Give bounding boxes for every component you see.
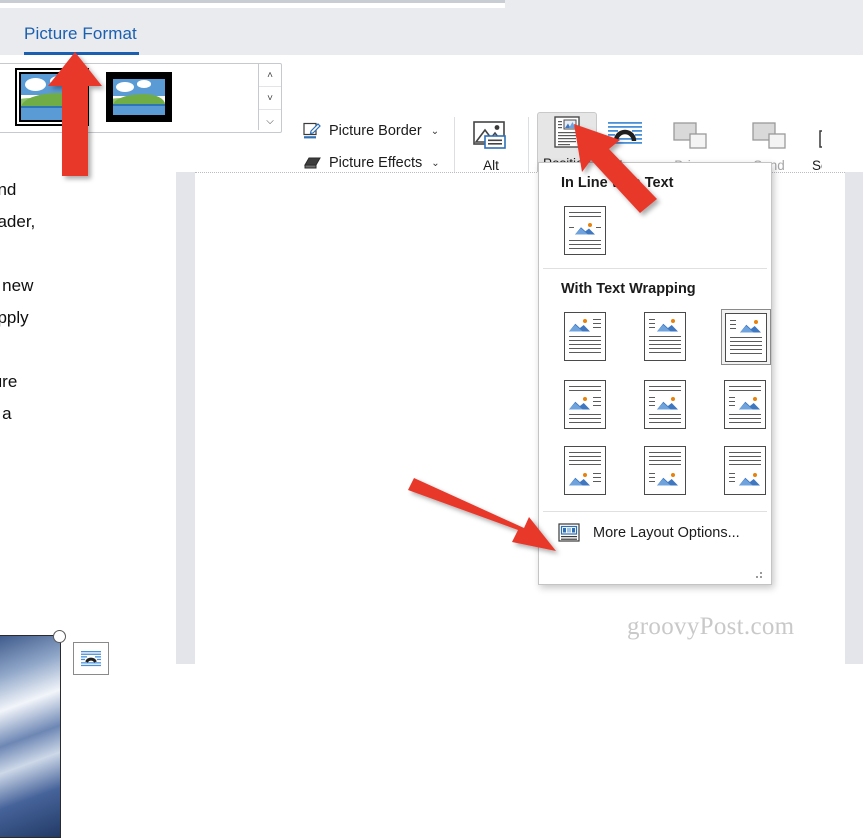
watermark: groovyPost.com (627, 613, 795, 640)
more-layout-options-label: More Layout Options... (593, 525, 740, 541)
position-option-inline-with-text[interactable] (561, 203, 609, 257)
position-option-middle-left-square[interactable] (561, 377, 609, 431)
bring-forward-icon (655, 115, 725, 155)
menu-wrapping-row-3 (539, 443, 771, 497)
position-option-top-center-square[interactable] (641, 309, 689, 363)
document-canvas-gray-left (176, 172, 195, 664)
menu-resize-grip[interactable] (756, 570, 765, 579)
resize-handle-top-right[interactable] (53, 630, 66, 643)
position-icon (538, 113, 596, 153)
picture-border-button[interactable]: Picture Border ⌄ (302, 115, 452, 147)
preview-water (21, 108, 83, 120)
menu-section-wrapping-header: With Text Wrapping (561, 281, 696, 297)
document-page-gap (160, 172, 176, 664)
layout-options-button[interactable] (73, 642, 109, 675)
picture-style-preview (15, 68, 89, 126)
alt-text-icon (461, 115, 521, 155)
doc-line: ture (0, 372, 18, 391)
picture-border-label: Picture Border (329, 123, 422, 139)
page-thumbnail-icon (724, 379, 766, 429)
gallery-more-icon[interactable]: ⌵ (259, 109, 281, 132)
layout-options-icon (557, 522, 581, 544)
menu-divider (543, 511, 767, 512)
gallery-scroll-up-icon[interactable]: ˄ (259, 64, 281, 86)
document-picture[interactable] (0, 635, 61, 838)
ribbon-right-clip (822, 55, 863, 172)
preview-cloud (116, 81, 134, 92)
page-thumbnail-icon (725, 312, 767, 362)
position-option-bottom-left-square[interactable] (561, 443, 609, 497)
page-thumbnail-icon (564, 311, 606, 361)
wrap-text-icon (81, 650, 101, 666)
menu-section-inline-header: In Line with Text (561, 175, 674, 191)
page-thumbnail-icon (724, 445, 766, 495)
page-thumbnail-icon (564, 445, 606, 495)
more-layout-options-item[interactable]: More Layout Options... (539, 522, 771, 544)
menu-wrapping-row-2 (539, 377, 771, 431)
doc-line: eader, (0, 212, 36, 231)
chevron-down-icon[interactable]: ⌄ (431, 126, 439, 137)
doc-line: apply (0, 308, 29, 327)
ribbon-tab-bar: Picture Format (0, 8, 863, 55)
ribbon: ˄ ˅ ⌵ Picture Styles Picture Border ⌄ (0, 55, 863, 225)
gallery-scroll-buttons[interactable]: ˄ ˅ ⌵ (258, 64, 281, 130)
position-option-middle-center-square[interactable] (641, 377, 689, 431)
page-thumbnail-icon (564, 379, 606, 429)
menu-divider (543, 268, 767, 269)
picture-effects-label: Picture Effects (329, 155, 423, 171)
page-thumbnail-icon (564, 205, 606, 255)
bevel-icon (302, 153, 322, 173)
tab-picture-format[interactable]: Picture Format (24, 24, 137, 44)
position-option-middle-right-square[interactable] (721, 377, 769, 431)
position-option-bottom-right-square[interactable] (721, 443, 769, 497)
position-dropdown-menu[interactable]: In Line with Text With Text Wrapping Mor… (538, 162, 772, 585)
gallery-scroll-down-icon[interactable]: ˅ (259, 86, 281, 109)
pencil-border-icon (302, 121, 322, 141)
page-thumbnail-icon (644, 379, 686, 429)
position-option-top-left-square[interactable] (561, 309, 609, 363)
preview-water (113, 105, 165, 115)
preview-cloud (24, 77, 46, 91)
document-canvas-gray-right (845, 172, 863, 664)
doc-line: and (0, 180, 17, 199)
picture-style-thumb-4[interactable] (106, 72, 172, 122)
position-option-top-right-square[interactable] (721, 309, 771, 365)
send-backward-icon (730, 115, 808, 155)
page-thumbnail-icon (644, 311, 686, 361)
window-top-edge (0, 0, 863, 8)
picture-style-thumb-3[interactable] (15, 68, 89, 126)
page-thumbnail-icon (644, 445, 686, 495)
position-option-bottom-center-square[interactable] (641, 443, 689, 497)
window-top-right-fill (505, 0, 863, 8)
picture-styles-gallery[interactable]: ˄ ˅ ⌵ (0, 63, 282, 133)
doc-line: n a (0, 404, 12, 423)
doc-line: a new (0, 276, 34, 295)
preview-cloud (49, 75, 67, 86)
wrap-text-icon (595, 115, 655, 155)
menu-wrapping-row-1 (539, 309, 771, 365)
picture-style-preview (106, 72, 172, 122)
chevron-down-icon[interactable]: ⌄ (431, 158, 439, 169)
document-left-page: and eader, a new apply ture n a (0, 172, 160, 838)
menu-inline-row (539, 203, 771, 257)
